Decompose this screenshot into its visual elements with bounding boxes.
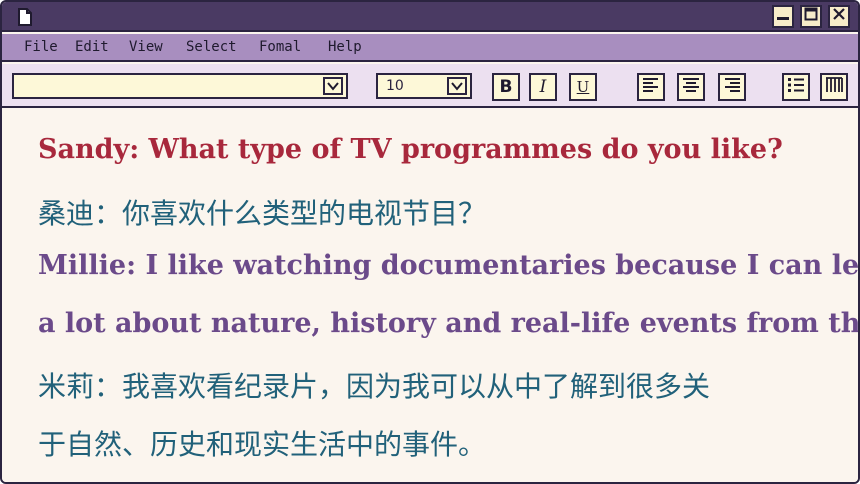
columns-button[interactable] [820, 73, 848, 101]
underline-button[interactable]: U [569, 73, 597, 101]
bulleted-list-icon [787, 77, 805, 98]
maximize-button[interactable] [800, 5, 822, 28]
document-body[interactable]: Sandy: What type of TV programmes do you… [2, 110, 858, 482]
translation-line-millie-cont: 于自然、历史和现实生活中的事件。 [38, 428, 487, 461]
toolbar: 10 B I U [2, 64, 858, 108]
translation-line-sandy: 桑迪：你喜欢什么类型的电视节目？ [38, 197, 487, 230]
close-button[interactable] [828, 5, 850, 28]
align-center-button[interactable] [677, 73, 705, 101]
align-left-button[interactable] [637, 73, 665, 101]
dialogue-line-sandy: Sandy: What type of TV programmes do you… [38, 134, 783, 165]
bold-button[interactable]: B [492, 73, 520, 101]
align-right-button[interactable] [718, 73, 746, 101]
align-right-icon [723, 77, 741, 98]
menu-view[interactable]: View [129, 39, 163, 55]
dialogue-line-millie-cont: a lot about nature, history and real-lif… [38, 308, 860, 339]
minimize-button[interactable] [772, 5, 794, 28]
chevron-down-icon[interactable] [323, 77, 343, 95]
minimize-icon [776, 7, 790, 26]
title-bar[interactable] [2, 2, 858, 32]
italic-button[interactable]: I [529, 73, 557, 101]
editor-window: File Edit View Select Fomal Help 10 B I … [0, 0, 860, 484]
chevron-down-icon[interactable] [447, 77, 467, 95]
menu-file[interactable]: File [24, 39, 58, 55]
document-icon [16, 7, 34, 27]
maximize-icon [804, 7, 818, 26]
dialogue-line-millie: Millie: I like watching documentaries be… [38, 250, 860, 281]
font-family-select[interactable] [12, 73, 348, 99]
align-left-icon [642, 77, 660, 98]
align-center-icon [682, 77, 700, 98]
font-size-select[interactable]: 10 [376, 73, 472, 99]
menu-format[interactable]: Fomal [259, 39, 301, 55]
menu-select[interactable]: Select [186, 39, 237, 55]
menu-bar: File Edit View Select Fomal Help [2, 34, 858, 62]
close-icon [832, 7, 846, 26]
translation-line-millie: 米莉：我喜欢看纪录片，因为我可以从中了解到很多关 [38, 370, 711, 403]
font-size-value: 10 [386, 78, 404, 94]
columns-icon [825, 76, 843, 98]
menu-help[interactable]: Help [328, 39, 362, 55]
bulleted-list-button[interactable] [782, 73, 810, 101]
menu-edit[interactable]: Edit [75, 39, 109, 55]
